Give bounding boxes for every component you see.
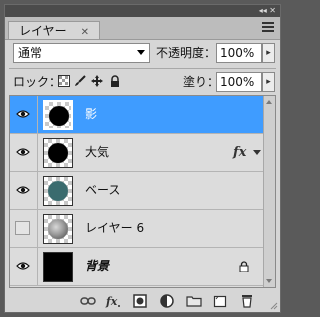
panel-dock-bar: ◂◂ ✕ — [5, 5, 280, 17]
blend-mode-value: 通常 — [18, 46, 43, 60]
blend-mode-select[interactable]: 通常 — [13, 43, 150, 63]
trash-icon[interactable] — [239, 293, 255, 309]
panel-footer: fx — [5, 290, 280, 312]
collapse-close-controls[interactable]: ◂◂ ✕ — [259, 5, 276, 17]
layer-thumbnail — [43, 138, 73, 168]
svg-text:fx: fx — [105, 295, 118, 308]
layer-name: 背景 — [85, 259, 110, 273]
layer-thumbnail — [43, 214, 73, 244]
divider — [9, 68, 276, 69]
opacity-label: 不透明度： — [156, 46, 217, 60]
visibility-toggle[interactable] — [10, 248, 38, 285]
layer-row[interactable]: 大気 fx — [10, 134, 265, 172]
new-group-icon[interactable] — [186, 293, 202, 309]
panel-menu-icon[interactable] — [262, 22, 274, 32]
eye-icon — [16, 186, 30, 194]
lock-brush-icon[interactable] — [74, 75, 86, 87]
layer-thumbnail — [43, 176, 73, 206]
scrollbar[interactable] — [263, 96, 275, 287]
lock-label: ロック： — [13, 75, 62, 89]
link-layers-icon[interactable] — [80, 293, 96, 309]
scroll-down-icon[interactable] — [266, 279, 272, 283]
layer-mask-icon[interactable] — [132, 293, 148, 309]
new-layer-icon[interactable] — [212, 293, 228, 309]
layer-row[interactable]: 影 — [10, 96, 265, 134]
layer-row[interactable]: ベース — [10, 172, 265, 210]
scroll-up-icon[interactable] — [266, 100, 272, 104]
opacity-field[interactable]: 100% — [216, 43, 262, 63]
resize-grip-icon[interactable] — [270, 302, 278, 310]
layer-row[interactable]: レイヤー 6 — [10, 210, 265, 248]
layer-name: 影 — [85, 107, 98, 121]
blend-row: 通常 不透明度： 100% ▸ — [13, 43, 275, 63]
fill-slider-button[interactable]: ▸ — [262, 72, 275, 92]
visibility-toggle[interactable] — [10, 172, 38, 209]
chevron-down-icon[interactable] — [253, 150, 261, 155]
lock-all-icon[interactable] — [109, 75, 121, 87]
eye-icon — [16, 110, 30, 118]
layer-row[interactable]: 背景 — [10, 248, 265, 286]
layer-thumbnail — [43, 252, 73, 282]
empty-visibility-box — [15, 221, 30, 235]
lock-icon — [239, 261, 249, 272]
visibility-toggle[interactable] — [10, 96, 38, 133]
panel-tab-row: レイヤー ✕ — [5, 17, 280, 40]
visibility-toggle[interactable] — [10, 210, 38, 247]
chevron-down-icon — [137, 50, 145, 55]
adjustment-layer-icon[interactable] — [159, 293, 175, 309]
layer-name: レイヤー 6 — [85, 221, 145, 235]
fill-field[interactable]: 100% — [216, 72, 262, 92]
fx-icon[interactable]: fx — [105, 293, 121, 309]
fill-label: 塗り： — [183, 75, 220, 89]
opacity-slider-button[interactable]: ▸ — [262, 43, 275, 63]
close-icon[interactable]: ✕ — [81, 27, 89, 38]
layer-name: ベース — [85, 183, 121, 197]
lock-move-icon[interactable] — [91, 75, 103, 87]
layer-effects-icon[interactable]: fx — [233, 134, 246, 171]
layers-panel: ◂◂ ✕ レイヤー ✕ 通常 不透明度： 100% ▸ ロック： 塗り： 100… — [4, 4, 281, 313]
tab-layers[interactable]: レイヤー ✕ — [8, 21, 101, 39]
eye-icon — [16, 262, 30, 270]
lock-row: ロック： 塗り： 100% ▸ — [13, 72, 275, 92]
layer-thumbnail — [43, 100, 73, 130]
visibility-toggle[interactable] — [10, 134, 38, 171]
tab-layers-label: レイヤー — [19, 24, 67, 38]
layers-list: 影 大気 fx ベース レイヤー 6 背景 — [9, 95, 276, 288]
lock-transparent-icon[interactable] — [58, 75, 70, 87]
eye-icon — [16, 148, 30, 156]
layer-name: 大気 — [85, 145, 110, 159]
